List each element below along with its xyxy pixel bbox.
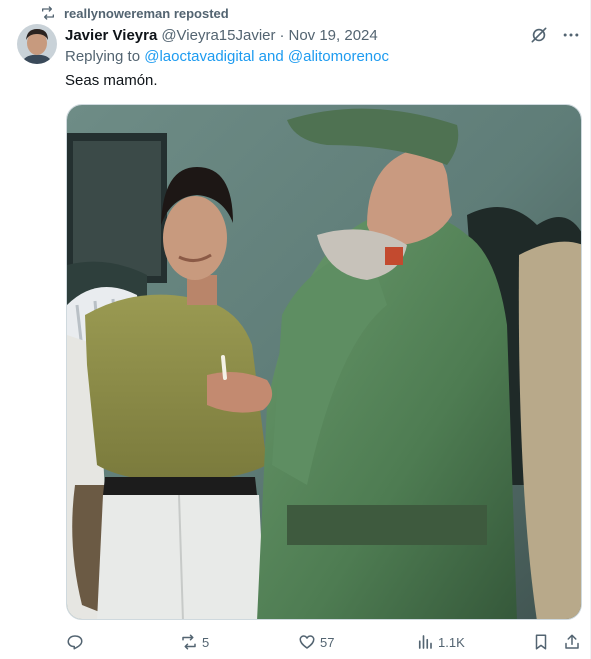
avatar-image xyxy=(17,24,57,64)
top-icons xyxy=(528,24,582,46)
heart-icon xyxy=(299,635,315,649)
replying-mentions[interactable]: @laoctavadigital and @alitomorenoc xyxy=(144,48,389,65)
views-button[interactable]: 1.1K xyxy=(416,630,465,654)
author-name[interactable]: Javier Vieyra xyxy=(65,27,157,44)
bookmark-button[interactable] xyxy=(532,630,554,654)
tweet-card[interactable]: reallynowereman reposted Javier Vieyra @… xyxy=(0,0,591,659)
action-bar: 5 57 1.1K xyxy=(60,630,585,654)
avatar[interactable] xyxy=(17,24,57,64)
tweet-photo[interactable] xyxy=(66,104,582,620)
more-icon[interactable] xyxy=(560,24,582,46)
share-button[interactable] xyxy=(563,630,585,654)
views-icon xyxy=(418,635,432,649)
repost-icon xyxy=(182,634,196,650)
tweet-date[interactable]: Nov 19, 2024 xyxy=(288,27,377,44)
repost-count: 5 xyxy=(202,634,210,650)
bookmark-icon xyxy=(535,634,547,650)
share-icon xyxy=(565,634,579,649)
photo-illustration xyxy=(67,105,581,619)
tweet-text: Seas mamón. xyxy=(65,72,158,89)
repost-icon xyxy=(42,6,54,20)
separator-dot: · xyxy=(279,26,285,44)
reply-icon xyxy=(67,635,83,650)
author-handle[interactable]: @Vieyra15Javier xyxy=(161,27,275,44)
replying-to: Replying to @laoctavadigital and @alitom… xyxy=(65,48,389,65)
reply-button[interactable] xyxy=(66,630,88,654)
grok-icon[interactable] xyxy=(528,24,550,46)
repost-button[interactable]: 5 xyxy=(180,630,209,654)
repost-banner: reallynowereman reposted xyxy=(40,4,229,22)
views-count: 1.1K xyxy=(438,634,465,650)
replying-prefix: Replying to xyxy=(65,48,145,65)
tweet-header: Javier Vieyra @Vieyra15Javier · Nov 19, … xyxy=(65,25,378,45)
repost-banner-text[interactable]: reallynowereman reposted xyxy=(64,6,229,21)
like-button[interactable]: 57 xyxy=(298,630,334,654)
like-count: 57 xyxy=(320,634,335,650)
